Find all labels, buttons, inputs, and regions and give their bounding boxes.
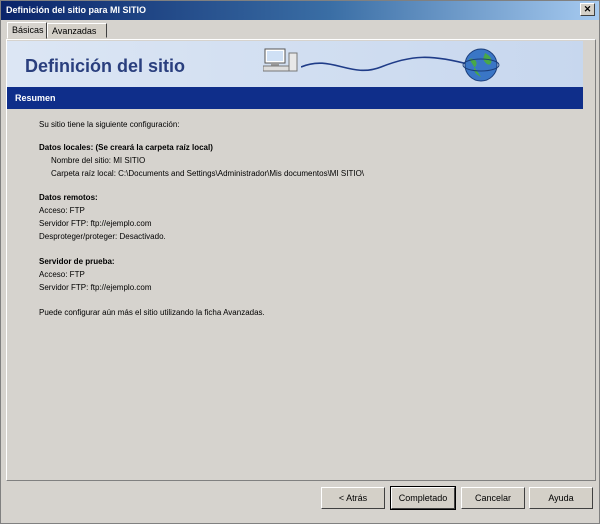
remote-ftp-server: Servidor FTP: ftp://ejemplo.com <box>39 219 152 228</box>
local-root-folder: Carpeta raíz local: C:\Documents and Set… <box>51 169 365 178</box>
window-title: Definición del sitio para MI SITIO <box>6 5 147 15</box>
section-header: Resumen <box>7 87 583 109</box>
title-bar: Definición del sitio para MI SITIO ✕ <box>1 1 599 20</box>
summary-footer: Puede configurar aún más el sitio utiliz… <box>39 308 265 317</box>
network-cable <box>301 56 471 72</box>
back-button[interactable]: < Atrás <box>321 487 385 509</box>
globe-icon <box>462 48 500 82</box>
site-definition-dialog: Definición del sitio para MI SITIO ✕ Bás… <box>0 0 600 524</box>
test-access: Acceso: FTP <box>39 270 85 279</box>
summary-intro: Su sitio tiene la siguiente configuració… <box>39 120 180 129</box>
test-heading: Servidor de prueba: <box>39 257 115 266</box>
tab-avanzadas[interactable]: Avanzadas <box>47 23 107 38</box>
section-label: Resumen <box>15 93 56 103</box>
remote-checkout: Desproteger/proteger: Desactivado. <box>39 232 166 241</box>
banner-title: Definición del sitio <box>25 56 186 76</box>
tab-basicas[interactable]: Básicas <box>7 22 47 39</box>
help-button[interactable]: Ayuda <box>529 487 593 509</box>
local-heading: Datos locales: (Se creará la carpeta raí… <box>39 143 213 152</box>
cancel-button[interactable]: Cancelar <box>461 487 525 509</box>
test-ftp-server: Servidor FTP: ftp://ejemplo.com <box>39 283 152 292</box>
done-button[interactable]: Completado <box>390 486 456 510</box>
remote-access: Acceso: FTP <box>39 206 85 215</box>
remote-heading: Datos remotos: <box>39 193 98 202</box>
local-site-name: Nombre del sitio: MI SITIO <box>51 156 146 165</box>
close-icon[interactable]: ✕ <box>580 3 595 16</box>
